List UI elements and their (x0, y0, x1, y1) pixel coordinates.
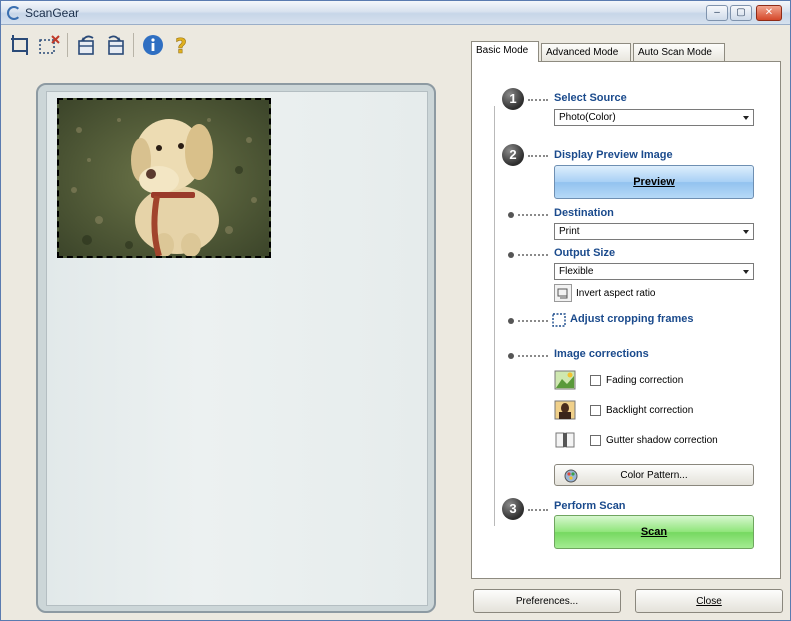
svg-text:?: ? (175, 34, 187, 57)
close-button[interactable]: Close (635, 589, 783, 613)
crop-frame-icon (552, 313, 566, 327)
color-pattern-icon (564, 469, 578, 483)
step-dots (518, 254, 548, 256)
scangear-app-icon (7, 6, 21, 20)
destination-value: Print (559, 226, 580, 237)
output-size-value: Flexible (559, 266, 594, 277)
fading-correction-checkbox[interactable] (590, 375, 601, 386)
rotate-right-icon (108, 35, 124, 55)
info-icon (143, 35, 163, 55)
mode-tabs: Basic Mode Advanced Mode Auto Scan Mode (471, 41, 781, 62)
settings-panel: Basic Mode Advanced Mode Auto Scan Mode … (471, 41, 781, 579)
information-button[interactable] (139, 31, 167, 59)
scan-button-label: Scan (640, 526, 668, 538)
backlight-correction-checkbox[interactable] (590, 405, 601, 416)
backlight-correction-icon (554, 400, 576, 420)
window-title: ScanGear (25, 6, 80, 20)
fading-correction-icon (554, 370, 576, 390)
invert-aspect-ratio-label: Invert aspect ratio (576, 288, 656, 299)
title-bar: ScanGear – ▢ ✕ (1, 1, 790, 25)
preview-button[interactable]: Preview (554, 165, 754, 199)
minimize-button[interactable]: – (706, 5, 728, 21)
step-bullet (508, 252, 514, 258)
preview-button-label: Preview (633, 176, 675, 188)
tab-advanced-mode[interactable]: Advanced Mode (541, 43, 631, 61)
adjust-cropping-frames-link[interactable]: Adjust cropping frames (570, 313, 693, 325)
image-corrections-title: Image corrections (554, 348, 649, 360)
help-button[interactable]: ? (167, 31, 195, 59)
gutter-shadow-correction-label: Gutter shadow correction (606, 435, 718, 446)
preview-area[interactable] (36, 83, 436, 613)
basic-mode-panel: 1 Select Source Photo(Color) 2 Display P… (471, 61, 781, 579)
step-bullet (508, 212, 514, 218)
step-bullet (508, 318, 514, 324)
gutter-shadow-correction-icon (554, 430, 576, 450)
toolbar-separator (133, 33, 134, 57)
destination-title: Destination (554, 207, 614, 219)
step-3-badge: 3 (502, 498, 524, 520)
chevron-down-icon (743, 270, 749, 274)
scanner-platen[interactable] (46, 91, 428, 606)
crop-icon (11, 35, 28, 55)
step-dots (518, 320, 548, 322)
select-source-title: Select Source (554, 92, 627, 104)
step-dots (528, 99, 548, 101)
close-window-button[interactable]: ✕ (756, 5, 782, 21)
select-source-dropdown[interactable]: Photo(Color) (554, 109, 754, 126)
rotate-left-button[interactable] (73, 31, 101, 59)
rotate-left-icon (78, 35, 94, 55)
gutter-shadow-correction-checkbox[interactable] (590, 435, 601, 446)
preview-toolbar: ? (5, 27, 445, 63)
display-preview-title: Display Preview Image (554, 149, 673, 161)
step-dots (528, 509, 548, 511)
chevron-down-icon (743, 116, 749, 120)
rotate-right-button[interactable] (101, 31, 129, 59)
step-dots (518, 214, 548, 216)
remove-crop-icon (39, 35, 60, 54)
invert-aspect-ratio-button[interactable] (554, 284, 572, 302)
tab-basic-mode[interactable]: Basic Mode (471, 41, 539, 62)
fading-correction-label: Fading correction (606, 375, 684, 386)
step-1-badge: 1 (502, 88, 524, 110)
chevron-down-icon (743, 230, 749, 234)
remove-crop-frame-button[interactable] (35, 31, 63, 59)
output-size-title: Output Size (554, 247, 616, 259)
dog-photo-preview (59, 100, 269, 256)
step-bullet (508, 353, 514, 359)
scangear-window: ScanGear – ▢ ✕ ? Basic Mode Advanced Mod… (0, 0, 791, 621)
scan-button[interactable]: Scan (554, 515, 754, 549)
help-question-icon: ? (175, 34, 187, 57)
aspect-ratio-icon (557, 288, 568, 299)
crop-frame[interactable] (57, 98, 271, 258)
output-size-dropdown[interactable]: Flexible (554, 263, 754, 280)
close-button-label: Close (696, 595, 722, 607)
crop-button[interactable] (7, 31, 35, 59)
select-source-value: Photo(Color) (559, 112, 616, 123)
perform-scan-title: Perform Scan (554, 500, 626, 512)
color-pattern-button[interactable]: Color Pattern... (554, 464, 754, 486)
maximize-button[interactable]: ▢ (730, 5, 752, 21)
step-dots (528, 155, 548, 157)
preferences-button[interactable]: Preferences... (473, 589, 621, 613)
backlight-correction-label: Backlight correction (606, 405, 694, 416)
color-pattern-label: Color Pattern... (620, 469, 688, 481)
step-connector-line (494, 106, 495, 526)
step-2-badge: 2 (502, 144, 524, 166)
tab-auto-scan-mode[interactable]: Auto Scan Mode (633, 43, 725, 61)
toolbar-separator (67, 33, 68, 57)
step-dots (518, 355, 548, 357)
destination-dropdown[interactable]: Print (554, 223, 754, 240)
